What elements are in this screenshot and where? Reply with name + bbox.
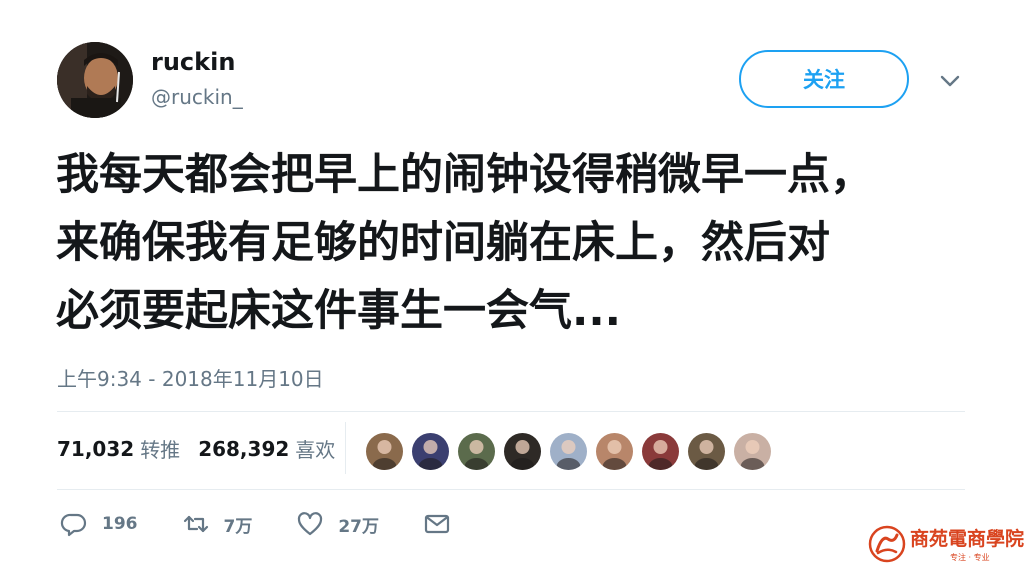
- divider: [57, 411, 965, 412]
- reply-icon: [60, 513, 87, 537]
- liker-avatar[interactable]: [366, 433, 403, 470]
- liker-avatar[interactable]: [688, 433, 725, 470]
- liker-avatar[interactable]: [458, 433, 495, 470]
- liker-avatar[interactable]: [550, 433, 587, 470]
- retweets-label[interactable]: 转推: [140, 434, 180, 463]
- like-button[interactable]: 27万: [296, 510, 379, 538]
- watermark-text: 商苑電商學院: [910, 528, 1024, 550]
- engagement-stats: 71,032 转推 268,392 喜欢: [57, 434, 335, 463]
- tweet-timestamp[interactable]: 上午9:34 - 2018年11月10日: [57, 363, 324, 392]
- likes-label[interactable]: 喜欢: [295, 434, 335, 463]
- watermark: 商苑電商學院 专注 · 专业: [868, 524, 1024, 563]
- liker-avatar[interactable]: [596, 433, 633, 470]
- tweet-line: 来确保我有足够的时间躺在床上，然后对: [56, 218, 830, 268]
- heart-icon: [298, 512, 323, 536]
- retweet-count: 7万: [223, 516, 253, 537]
- liker-avatars: [366, 433, 780, 470]
- message-button[interactable]: [423, 510, 451, 538]
- liker-avatar[interactable]: [504, 433, 541, 470]
- avatar-photo: [57, 42, 133, 118]
- divider: [57, 489, 965, 490]
- user-handle[interactable]: @ruckin_: [151, 85, 243, 109]
- watermark-logo-icon: [868, 525, 906, 562]
- liker-avatar[interactable]: [642, 433, 679, 470]
- stats-separator: [345, 422, 346, 474]
- tweet-line: 必须要起床这件事生一会气...: [56, 286, 622, 336]
- tweet-line: 我每天都会把早上的闹钟设得稍微早一点，: [56, 150, 873, 200]
- reply-count: 196: [102, 514, 138, 534]
- chevron-down-icon[interactable]: [937, 68, 963, 94]
- retweet-button[interactable]: 7万: [182, 510, 253, 538]
- likes-count[interactable]: 268,392: [198, 437, 289, 461]
- mail-icon: [424, 514, 450, 534]
- display-name[interactable]: ruckin: [151, 48, 235, 76]
- user-avatar[interactable]: [57, 42, 133, 118]
- liker-avatar[interactable]: [412, 433, 449, 470]
- retweet-icon: [183, 515, 208, 533]
- follow-button[interactable]: 关注: [739, 50, 909, 108]
- like-count: 27万: [338, 516, 380, 537]
- liker-avatar[interactable]: [734, 433, 771, 470]
- reply-button[interactable]: 196: [60, 510, 138, 538]
- tweet-text: 我每天都会把早上的闹钟设得稍微早一点， 来确保我有足够的时间躺在床上，然后对 必…: [56, 141, 986, 345]
- retweets-count[interactable]: 71,032: [57, 437, 134, 461]
- watermark-subtext: 专注 · 专业: [950, 553, 990, 562]
- tweet-actions: 196 7万 27万: [60, 510, 495, 538]
